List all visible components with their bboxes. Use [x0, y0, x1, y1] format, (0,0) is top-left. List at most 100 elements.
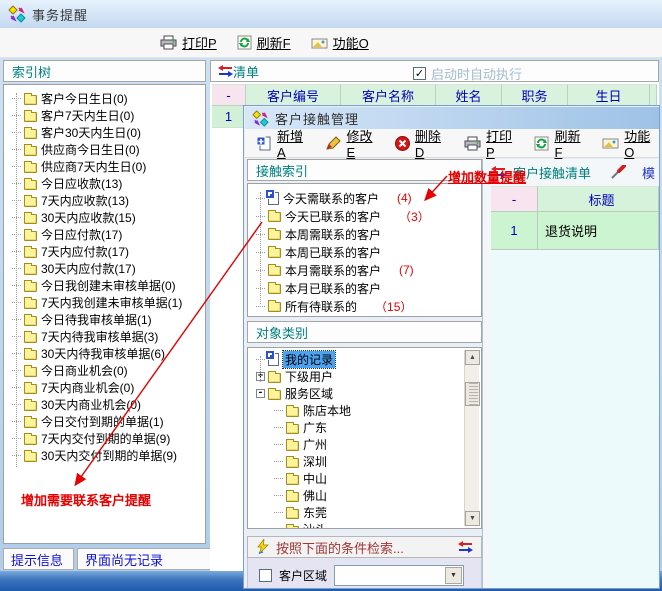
index-tree-item-label: 7天内应收款(13) — [41, 192, 129, 209]
customer-area-combobox[interactable]: ▼ — [334, 565, 464, 586]
folder-icon — [268, 248, 281, 258]
object-tree-item[interactable]: 下级用户 — [248, 368, 481, 385]
object-tree-item[interactable]: 陈店本地 — [248, 402, 481, 419]
object-tree-item[interactable]: 广州 — [248, 436, 481, 453]
index-tree-item[interactable]: 30天内待我审核单据(6) — [4, 345, 205, 362]
autorun-option[interactable]: 启动时自动执行 — [413, 64, 522, 83]
list-panel-title: 清单 — [233, 62, 259, 81]
index-tree-item-label: 客户今日生日(0) — [41, 90, 128, 107]
index-tree-item-label: 30天内商业机会(0) — [41, 396, 141, 413]
contact-list-empty-area — [491, 250, 659, 588]
customer-area-checkbox[interactable] — [259, 569, 272, 582]
index-tree-panel: 索引树 客户今日生日(0) 客户7天内生日(0) 客户30天内生日(0) — [3, 60, 206, 547]
index-tree-item[interactable]: 7天内商业机会(0) — [4, 379, 205, 396]
folder-icon — [24, 435, 37, 445]
refresh-icon — [534, 136, 549, 151]
autorun-label: 启动时自动执行 — [431, 64, 522, 83]
index-tree-item[interactable]: 30天内交付到期的单据(9) — [4, 447, 205, 464]
contact-index-tree: 今天需联系的客户 (4) 今天已联系的客户 （3） 本周需联系的客户 本周已联系… — [247, 183, 482, 317]
column-header-name: 姓名 — [436, 84, 502, 106]
object-tree-item[interactable]: 东莞 — [248, 504, 481, 521]
index-tree-item[interactable]: 客户今日生日(0) — [4, 90, 205, 107]
customer-area-label: 客户区域 — [279, 567, 327, 584]
swap-arrows-icon — [218, 65, 233, 77]
index-tree-item[interactable]: 供应商今日生日(0) — [4, 141, 205, 158]
lightning-icon — [256, 539, 270, 555]
contact-tree-item-label: 本月已联系的客户 — [285, 280, 381, 297]
object-tree-item[interactable]: 深圳 — [248, 453, 481, 470]
index-tree-item[interactable]: 7天内应收款(13) — [4, 192, 205, 209]
contact-tree-item[interactable]: 本周已联系的客户 — [248, 243, 481, 261]
tree-connector — [274, 410, 283, 411]
contact-tree-item[interactable]: 所有待联系的 （15） — [248, 297, 481, 315]
scroll-down-arrow[interactable]: ▼ — [465, 511, 480, 526]
object-tree-item[interactable]: 服务区域 — [248, 385, 481, 402]
list-grid-row[interactable]: 1 — [212, 106, 246, 128]
index-tree-item-label: 7天内交付到期的单据(9) — [41, 430, 170, 447]
index-tree-item[interactable]: 30天内商业机会(0) — [4, 396, 205, 413]
index-tree-item[interactable]: 30天内应付款(17) — [4, 260, 205, 277]
column-header-dash: - — [491, 186, 538, 212]
dialog-refresh-button[interactable]: 刷新F — [534, 126, 587, 160]
contact-tree-item[interactable]: 本月需联系的客户 (7) — [248, 261, 481, 279]
column-header-title: 标题 — [538, 186, 659, 212]
contact-tree-item[interactable]: 本周需联系的客户 — [248, 225, 481, 243]
column-header-customer-name: 客户名称 — [341, 84, 436, 106]
object-tree-scrollbar[interactable]: ▲ ▼ — [464, 350, 479, 526]
index-tree-item[interactable]: 7天内应付款(17) — [4, 243, 205, 260]
dialog-title: 客户接触管理 — [275, 109, 359, 128]
function-button[interactable]: 功能O — [311, 33, 369, 52]
index-tree-item[interactable]: 客户7天内生日(0) — [4, 107, 205, 124]
swap-arrows-icon — [491, 166, 506, 178]
index-tree-item[interactable]: 30天内应收款(15) — [4, 209, 205, 226]
index-tree-item[interactable]: 7天内我创建未审核单据(1) — [4, 294, 205, 311]
index-tree-item[interactable]: 今日我创建未审核单据(0) — [4, 277, 205, 294]
contact-index-header: 接触索引 — [247, 159, 482, 181]
main-toolbar: 打印P 刷新F 功能O — [0, 28, 662, 58]
folder-icon — [24, 197, 37, 207]
contact-tree-item[interactable]: 今天已联系的客户 （3） — [248, 207, 481, 225]
folder-icon — [24, 214, 37, 224]
folder-icon — [24, 316, 37, 326]
index-tree-item-label: 供应商今日生日(0) — [41, 141, 140, 158]
index-tree-item[interactable]: 今日待我审核单据(1) — [4, 311, 205, 328]
dialog-function-button[interactable]: 功能O — [602, 126, 659, 160]
contact-tree-item[interactable]: 本月已联系的客户 — [248, 279, 481, 297]
dialog-print-button[interactable]: 打印P — [464, 126, 519, 160]
edit-button[interactable]: 修改E — [325, 126, 379, 160]
fuzzy-search-label[interactable]: 模 糊 — [642, 163, 660, 182]
object-tree-item[interactable]: 佛山 — [248, 487, 481, 504]
index-tree-item[interactable]: 今日应收款(13) — [4, 175, 205, 192]
object-tree-item[interactable]: 广东 — [248, 419, 481, 436]
refresh-button[interactable]: 刷新F — [237, 33, 291, 52]
index-tree-item[interactable]: 客户30天内生日(0) — [4, 124, 205, 141]
object-tree-item-selected[interactable]: 我的记录 — [248, 351, 481, 368]
index-tree-item[interactable]: 今日商业机会(0) — [4, 362, 205, 379]
object-tree-item[interactable]: 汕头 — [248, 521, 481, 529]
autorun-checkbox[interactable] — [413, 67, 426, 80]
collapse-minus-icon[interactable] — [256, 389, 265, 398]
combobox-dropdown-arrow[interactable]: ▼ — [445, 567, 462, 584]
scroll-thumb[interactable] — [465, 382, 480, 406]
contact-grid-row[interactable]: 1 退货说明 — [491, 212, 659, 250]
index-tree-item[interactable]: 7天内待我审核单据(3) — [4, 328, 205, 345]
edit-label: 修改E — [346, 126, 379, 160]
delete-button[interactable]: 删除D — [395, 126, 449, 160]
index-tree-item[interactable]: 7天内交付到期的单据(9) — [4, 430, 205, 447]
contact-tree-item[interactable]: 今天需联系的客户 (4) — [248, 189, 481, 207]
folder-icon — [286, 407, 299, 417]
index-tree-item-label: 今日我创建未审核单据(0) — [41, 277, 176, 294]
row-number-cell: 1 — [212, 106, 246, 128]
folder-icon — [286, 492, 299, 502]
print-button[interactable]: 打印P — [160, 33, 217, 52]
folder-icon — [24, 418, 37, 428]
folder-icon — [24, 112, 37, 122]
object-tree-item-label: 广东 — [303, 419, 327, 436]
index-tree-item[interactable]: 今日应付款(17) — [4, 226, 205, 243]
add-button[interactable]: 新增A — [256, 126, 310, 160]
index-tree-item[interactable]: 今日交付到期的单据(1) — [4, 413, 205, 430]
object-tree-item[interactable]: 中山 — [248, 470, 481, 487]
index-tree-item[interactable]: 供应商7天内生日(0) — [4, 158, 205, 175]
folder-icon — [24, 282, 37, 292]
scroll-up-arrow[interactable]: ▲ — [465, 350, 480, 365]
